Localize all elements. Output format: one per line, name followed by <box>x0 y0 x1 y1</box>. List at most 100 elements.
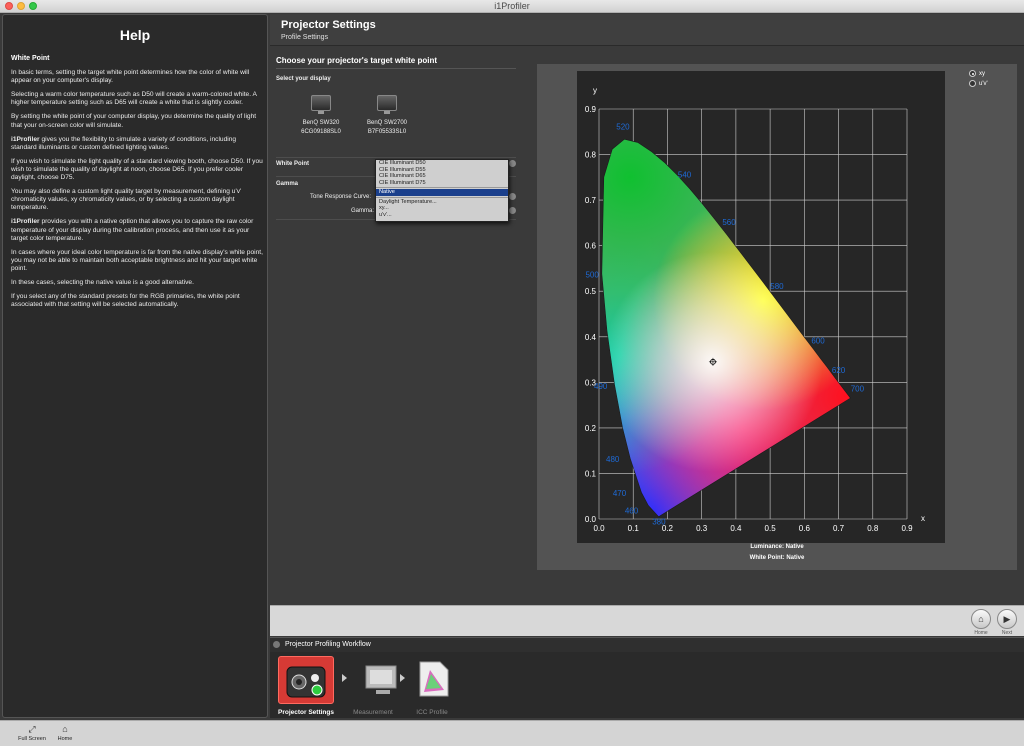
home-icon: ⌂ <box>62 724 68 734</box>
gamma-label: Gamma <box>276 181 299 187</box>
expand-icon: ⤢ <box>28 724 36 734</box>
step-label: ICC Profile <box>416 709 448 716</box>
menu-item-native[interactable]: Native <box>376 189 508 196</box>
y-tick-label: 0.0 <box>585 515 597 524</box>
wavelength-label: 490 <box>594 382 608 391</box>
wavelength-label: 470 <box>613 489 627 498</box>
y-tick-label: 0.9 <box>585 105 597 114</box>
y-tick-label: 0.1 <box>585 469 597 478</box>
wavelength-label: 500 <box>585 271 599 280</box>
help-paragraph: In basic terms, setting the target white… <box>11 69 250 85</box>
wavelength-label: 620 <box>832 366 846 375</box>
projector-icon <box>286 666 326 698</box>
y-axis-label: y <box>593 86 597 95</box>
section-heading: Choose your projector's target white poi… <box>276 56 438 65</box>
workflow-header: Projector Profiling Workflow <box>270 637 1024 652</box>
settings-content: Choose your projector's target white poi… <box>270 47 1024 605</box>
display-option-benq-sw2700[interactable]: BenQ SW2700 B7F05533SL0 <box>352 95 422 137</box>
footer-toolbar: ⤢ Full Screen ⌂ Home <box>0 720 1024 746</box>
full-screen-label: Full Screen <box>18 736 46 742</box>
help-paragraph: If you wish to simulate the light qualit… <box>11 157 263 182</box>
wavelength-label: 700 <box>851 384 865 393</box>
y-tick-label: 0.2 <box>585 424 597 433</box>
x-tick-label: 0.5 <box>765 524 777 533</box>
y-tick-label: 0.5 <box>585 287 597 296</box>
page-title: Projector Settings <box>281 19 376 31</box>
menu-separator <box>376 187 508 188</box>
white-point-readout: White Point: Native <box>749 555 805 561</box>
monitor-icon <box>377 95 397 114</box>
title-bar: i1Profiler <box>0 0 1024 13</box>
help-paragraph: If you select any of the standard preset… <box>11 293 240 309</box>
brand-name: i1Profiler <box>11 135 40 143</box>
arrow-icon <box>400 674 405 682</box>
divider <box>276 68 516 69</box>
radio-label: u'v' <box>979 80 988 87</box>
window-title: i1Profiler <box>494 1 530 11</box>
help-paragraph: i1Profiler provides you with a native op… <box>11 218 263 242</box>
display-name: BenQ SW320 <box>302 120 340 126</box>
radio-label: xy <box>979 70 985 77</box>
help-title: Help <box>119 27 151 43</box>
home-button[interactable]: ⌂ <box>971 609 991 629</box>
popup-arrow-icon[interactable] <box>509 207 516 214</box>
footer-home-button[interactable]: ⌂ Home <box>45 724 85 742</box>
x-tick-label: 0.8 <box>867 524 879 533</box>
navigation-bar: ⌂ Home ▶ Next <box>270 605 1024 636</box>
chromaticity-panel: xy u'v' 0.0 0.1 0.2 0.3 0.4 0.5 0.6 0.7 … <box>537 64 1017 570</box>
x-tick-label: 0.0 <box>593 524 605 533</box>
workflow-panel: Projector Settings Measurement ICC Profi… <box>270 652 1024 718</box>
wavelength-label: 580 <box>770 282 784 291</box>
monitor-icon <box>311 95 331 114</box>
select-display-label: Select your display <box>276 76 331 82</box>
next-label: Next <box>1001 630 1013 636</box>
radio-button-selected[interactable] <box>969 70 976 77</box>
luminance-readout: Luminance: Native <box>750 544 804 550</box>
brand-name: i1Profiler <box>11 218 40 226</box>
help-paragraph: i1Profiler gives you the flexibility to … <box>11 136 263 152</box>
radio-xy[interactable]: xy <box>969 70 985 77</box>
gamma-field-label: Gamma: <box>351 208 375 214</box>
tone-response-label: Tone Response Curve: <box>310 194 372 200</box>
wavelength-label: 380 <box>652 517 666 526</box>
white-point-label: White Point <box>276 161 309 167</box>
x-tick-label: 0.1 <box>628 524 640 533</box>
help-paragraph: You may also define a custom light quali… <box>11 188 242 212</box>
home-icon: ⌂ <box>978 614 984 624</box>
menu-separator <box>376 196 508 198</box>
popup-arrow-icon[interactable] <box>509 160 516 167</box>
wavelength-label: 480 <box>606 455 620 464</box>
x-tick-label: 0.3 <box>696 524 708 533</box>
menu-item-d75[interactable]: CIE Illuminant D75 <box>376 180 508 187</box>
help-paragraph: Selecting a warm color temperature such … <box>11 91 257 107</box>
display-serial: B7F05533SL0 <box>367 129 407 135</box>
popup-arrow-icon[interactable] <box>509 193 516 200</box>
white-point-dropdown-menu[interactable]: CIE Illuminant D50 CIE Illuminant D55 CI… <box>375 159 509 222</box>
y-tick-label: 0.6 <box>585 242 597 251</box>
help-paragraph: In cases where your ideal color temperat… <box>11 248 263 272</box>
next-button[interactable]: ▶ <box>997 609 1017 629</box>
workflow-step-icc-profile[interactable] <box>414 656 470 704</box>
help-panel: Help White Point In basic terms, setting… <box>2 14 268 718</box>
help-text: provides you with a native option that a… <box>11 218 254 242</box>
divider <box>276 157 516 158</box>
collapse-icon[interactable] <box>273 641 280 648</box>
home-label: Home <box>57 736 73 742</box>
page-header: Projector Settings Profile Settings <box>270 14 1024 46</box>
page-subtitle: Profile Settings <box>281 34 329 41</box>
workflow-step-projector-settings[interactable] <box>278 656 334 704</box>
radio-button[interactable] <box>969 80 976 87</box>
play-icon: ▶ <box>1003 613 1011 624</box>
help-body: White Point In basic terms, setting the … <box>11 55 263 315</box>
help-paragraph: By setting the white point of your compu… <box>11 113 257 129</box>
help-paragraph: In these cases, selecting the native val… <box>11 278 194 286</box>
icc-profile-icon <box>419 661 449 697</box>
help-text: gives you the flexibility to simulate a … <box>11 135 237 151</box>
wavelength-label: 560 <box>722 218 736 227</box>
radio-uv[interactable]: u'v' <box>969 80 988 87</box>
y-tick-label: 0.7 <box>585 196 597 205</box>
x-tick-label: 0.7 <box>833 524 845 533</box>
menu-item-uv[interactable]: u'v'... <box>376 212 508 219</box>
help-section-title: White Point <box>11 55 50 62</box>
display-option-benq-sw320[interactable]: BenQ SW320 6CG09188SL0 <box>286 95 356 137</box>
